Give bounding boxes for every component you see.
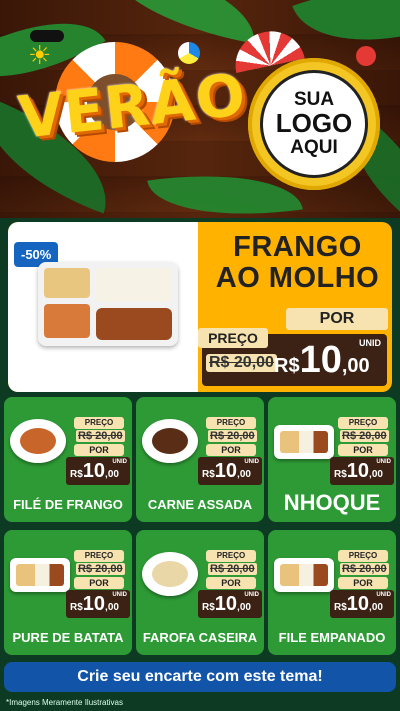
price-box: PREÇO R$ 20,00 POR R$10,00 UNID <box>66 417 130 485</box>
price-box: PREÇO R$ 20,00 POR R$10,00 UNID <box>330 417 394 485</box>
por-label: POR <box>338 577 388 589</box>
price-label: PREÇO <box>74 417 124 429</box>
featured-offer-card[interactable]: -50% FRANGO AO MOLHO PREÇO POR R$ 20,00 … <box>8 222 392 392</box>
price-box: PREÇO R$ 20,00 POR R$10,00 UNID <box>198 417 262 485</box>
logo-placeholder[interactable]: SUA LOGO AQUI <box>260 70 368 178</box>
product-name: FILE EMPANADO <box>278 630 386 645</box>
price-label: PREÇO <box>206 550 256 562</box>
dish-image <box>274 425 334 459</box>
featured-name-line: AO MOLHO <box>215 262 380 295</box>
unit-label: UNID <box>376 459 391 465</box>
product-name: FAROFA CASEIRA <box>142 630 258 645</box>
por-label: POR <box>206 577 256 589</box>
price-integer: 10 <box>214 460 238 482</box>
header-title: VERÃO <box>15 60 250 152</box>
featured-name-line: FRANGO <box>233 231 362 263</box>
price-integer: 10 <box>82 460 106 482</box>
unit-label: UNID <box>359 338 381 348</box>
unit-label: UNID <box>244 459 259 465</box>
food-tray-image <box>38 262 178 346</box>
currency: R$ <box>202 602 215 613</box>
price-cents: ,00 <box>105 469 119 480</box>
price-integer: 10 <box>299 339 342 381</box>
old-price: R$ 20,00 <box>76 430 125 442</box>
currency: R$ <box>70 602 83 613</box>
product-name: PURE DE BATATA <box>12 630 124 645</box>
currency: R$ <box>334 602 347 613</box>
price-cents: ,00 <box>341 355 370 377</box>
featured-price-box: PREÇO POR R$ 20,00 R$10,00 UNID <box>198 308 388 386</box>
product-card[interactable]: PREÇO R$ 20,00 POR R$10,00 UNID FILÉ DE … <box>4 397 132 522</box>
product-card[interactable]: PREÇO R$ 20,00 POR R$10,00 UNID PURE DE … <box>4 530 132 655</box>
header-banner: ☀ VERÃO SUA LOGO AQUI <box>0 0 400 218</box>
currency: R$ <box>274 355 300 377</box>
dish-image <box>10 558 70 592</box>
product-card[interactable]: PREÇO R$ 20,00 POR R$10,00 UNID NHOQUE <box>268 397 396 522</box>
dish-image <box>142 419 198 463</box>
new-price: R$10,00 <box>274 340 370 380</box>
new-price-box: R$10,00 UNID <box>66 590 130 618</box>
dish-image <box>274 558 334 592</box>
por-label: POR <box>74 444 124 456</box>
price-integer: 10 <box>214 593 238 615</box>
price-box: PREÇO R$ 20,00 POR R$10,00 UNID <box>198 550 262 618</box>
price-cents: ,00 <box>369 602 383 613</box>
dish-image <box>10 419 66 463</box>
price-label: PREÇO <box>198 328 268 348</box>
unit-label: UNID <box>112 459 127 465</box>
price-integer: 10 <box>346 593 370 615</box>
logo-text-line: SUA <box>293 89 335 111</box>
disclaimer-note: *Imagens Meramente Ilustrativas <box>6 698 123 707</box>
sun-icon: ☀ <box>28 40 52 70</box>
featured-image-area: -50% <box>8 222 198 392</box>
price-label: PREÇO <box>74 550 124 562</box>
currency: R$ <box>202 469 215 480</box>
price-cents: ,00 <box>237 469 251 480</box>
price-label: PREÇO <box>206 417 256 429</box>
new-price-box: R$10,00 UNID <box>198 590 262 618</box>
price-label: PREÇO <box>338 417 388 429</box>
new-price-box: R$10,00 UNID <box>66 457 130 485</box>
new-price-box: R$10,00 UNID <box>330 457 394 485</box>
logo-text-line: LOGO <box>275 108 353 139</box>
logo-text-line: AQUI <box>290 136 338 158</box>
old-price: R$ 20,00 <box>340 563 389 575</box>
price-integer: 10 <box>346 460 370 482</box>
old-price: R$ 20,00 <box>340 430 389 442</box>
dish-image <box>142 552 198 596</box>
currency: R$ <box>334 469 347 480</box>
beach-ball-icon <box>178 42 200 64</box>
unit-label: UNID <box>376 592 391 598</box>
product-card[interactable]: PREÇO R$ 20,00 POR R$10,00 UNID FILE EMP… <box>268 530 396 655</box>
por-label: POR <box>206 444 256 456</box>
price-box: PREÇO R$ 20,00 POR R$10,00 UNID <box>330 550 394 618</box>
product-card[interactable]: PREÇO R$ 20,00 POR R$10,00 UNID CARNE AS… <box>136 397 264 522</box>
hibiscus-flower-icon <box>356 46 376 66</box>
price-box: PREÇO R$ 20,00 POR R$10,00 UNID <box>66 550 130 618</box>
palm-leaf-icon <box>96 0 264 44</box>
price-cents: ,00 <box>105 602 119 613</box>
product-card[interactable]: PREÇO R$ 20,00 POR R$10,00 UNID FAROFA C… <box>136 530 264 655</box>
por-label: POR <box>286 308 388 330</box>
price-integer: 10 <box>82 593 106 615</box>
old-price: R$ 20,00 <box>208 563 257 575</box>
new-price-box: R$10,00 UNID <box>330 590 394 618</box>
new-price-box: R$10,00 UNID <box>198 457 262 485</box>
featured-product-name: FRANGO AO MOLHO <box>203 231 392 295</box>
price-label: PREÇO <box>338 550 388 562</box>
por-label: POR <box>74 577 124 589</box>
create-flyer-button[interactable]: Crie seu encarte com este tema! <box>4 662 396 692</box>
unit-label: UNID <box>112 592 127 598</box>
currency: R$ <box>70 469 83 480</box>
product-name: CARNE ASSADA <box>147 497 253 512</box>
product-name: FILÉ DE FRANGO <box>13 497 123 512</box>
por-label: POR <box>338 444 388 456</box>
old-price: R$ 20,00 <box>208 430 257 442</box>
price-cents: ,00 <box>237 602 251 613</box>
old-price: R$ 20,00 <box>76 563 125 575</box>
old-price: R$ 20,00 <box>206 354 277 372</box>
product-name: NHOQUE <box>283 490 381 515</box>
unit-label: UNID <box>244 592 259 598</box>
price-cents: ,00 <box>369 469 383 480</box>
